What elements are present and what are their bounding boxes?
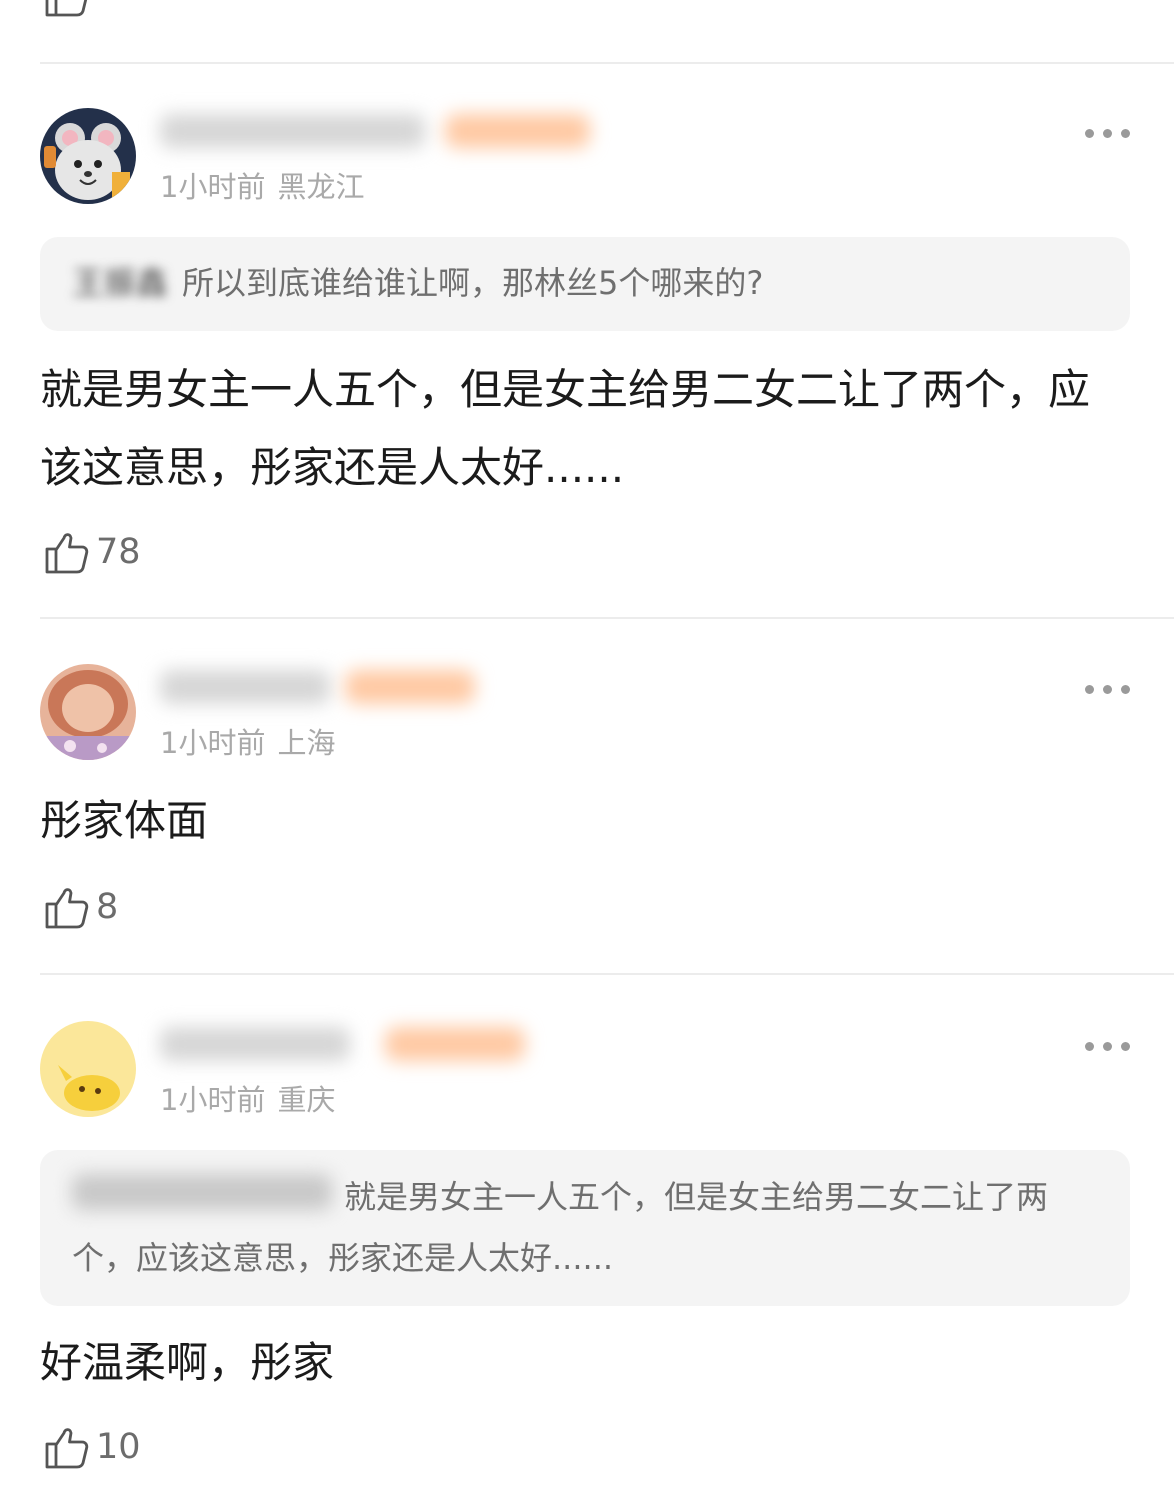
comment-time: 1小时前 [160, 1083, 266, 1117]
like-count: 10 [96, 1427, 141, 1467]
divider [40, 617, 1174, 619]
thumbs-up-icon [45, 888, 89, 929]
divider [40, 973, 1174, 975]
comment-time: 1小时前 [160, 170, 266, 204]
username-blurred[interactable] [160, 670, 330, 704]
user-badge-blurred [445, 114, 590, 148]
avatar[interactable] [40, 664, 136, 760]
quoted-reply[interactable]: 就是男女主一人五个，但是女主给男二女二让了两个，应该这意思，彤家还是人太好...… [40, 1150, 1130, 1306]
username-blurred[interactable] [160, 114, 425, 148]
quote-text: 所以到底谁给谁让啊，那林丝5个哪来的? [182, 264, 764, 302]
user-badge-blurred [345, 670, 475, 704]
more-options-button[interactable] [1084, 127, 1132, 139]
comment-meta: 1小时前 上海 [160, 720, 335, 762]
thumbs-up-icon [45, 1428, 89, 1469]
comment-meta: 1小时前 黑龙江 [160, 164, 364, 206]
comment-location: 重庆 [277, 1083, 336, 1117]
avatar[interactable] [40, 1021, 136, 1117]
quote-text: 就是男女主一人五个，但是女主给男二女二让了两个，应该这意思，彤家还是人太好...… [72, 1178, 1049, 1277]
divider [40, 62, 1174, 64]
like-count: 78 [96, 532, 141, 572]
quote-author[interactable]: 王振鑫 [72, 253, 168, 314]
comment-text: 就是男女主一人五个，但是女主给男二女二让了两个，应该这意思，彤家还是人太好...… [40, 365, 1091, 492]
quoted-reply[interactable]: 王振鑫 所以到底谁给谁让啊，那林丝5个哪来的? [40, 237, 1130, 331]
comment-meta: 1小时前 重庆 [160, 1077, 335, 1119]
like-button[interactable] [44, 0, 90, 18]
avatar[interactable] [40, 108, 136, 204]
user-badge-blurred [385, 1027, 525, 1061]
comment-location: 上海 [277, 726, 336, 760]
more-options-button[interactable] [1084, 683, 1132, 695]
thumbs-up-icon [45, 0, 88, 17]
comment-time: 1小时前 [160, 726, 266, 760]
comment-text: 好温柔啊，彤家 [40, 1338, 335, 1387]
username-blurred[interactable] [160, 1027, 350, 1061]
like-count: 8 [96, 887, 119, 927]
comment-text: 彤家体面 [40, 796, 209, 845]
more-options-button[interactable] [1084, 1040, 1132, 1052]
comment-location: 黑龙江 [277, 170, 365, 204]
thumbs-up-icon [45, 533, 89, 574]
comment-feed: 1小时前 黑龙江 王振鑫 所以到底谁给谁让啊，那林丝5个哪来的? 就是男女主一人五个… [0, 0, 1174, 1510]
